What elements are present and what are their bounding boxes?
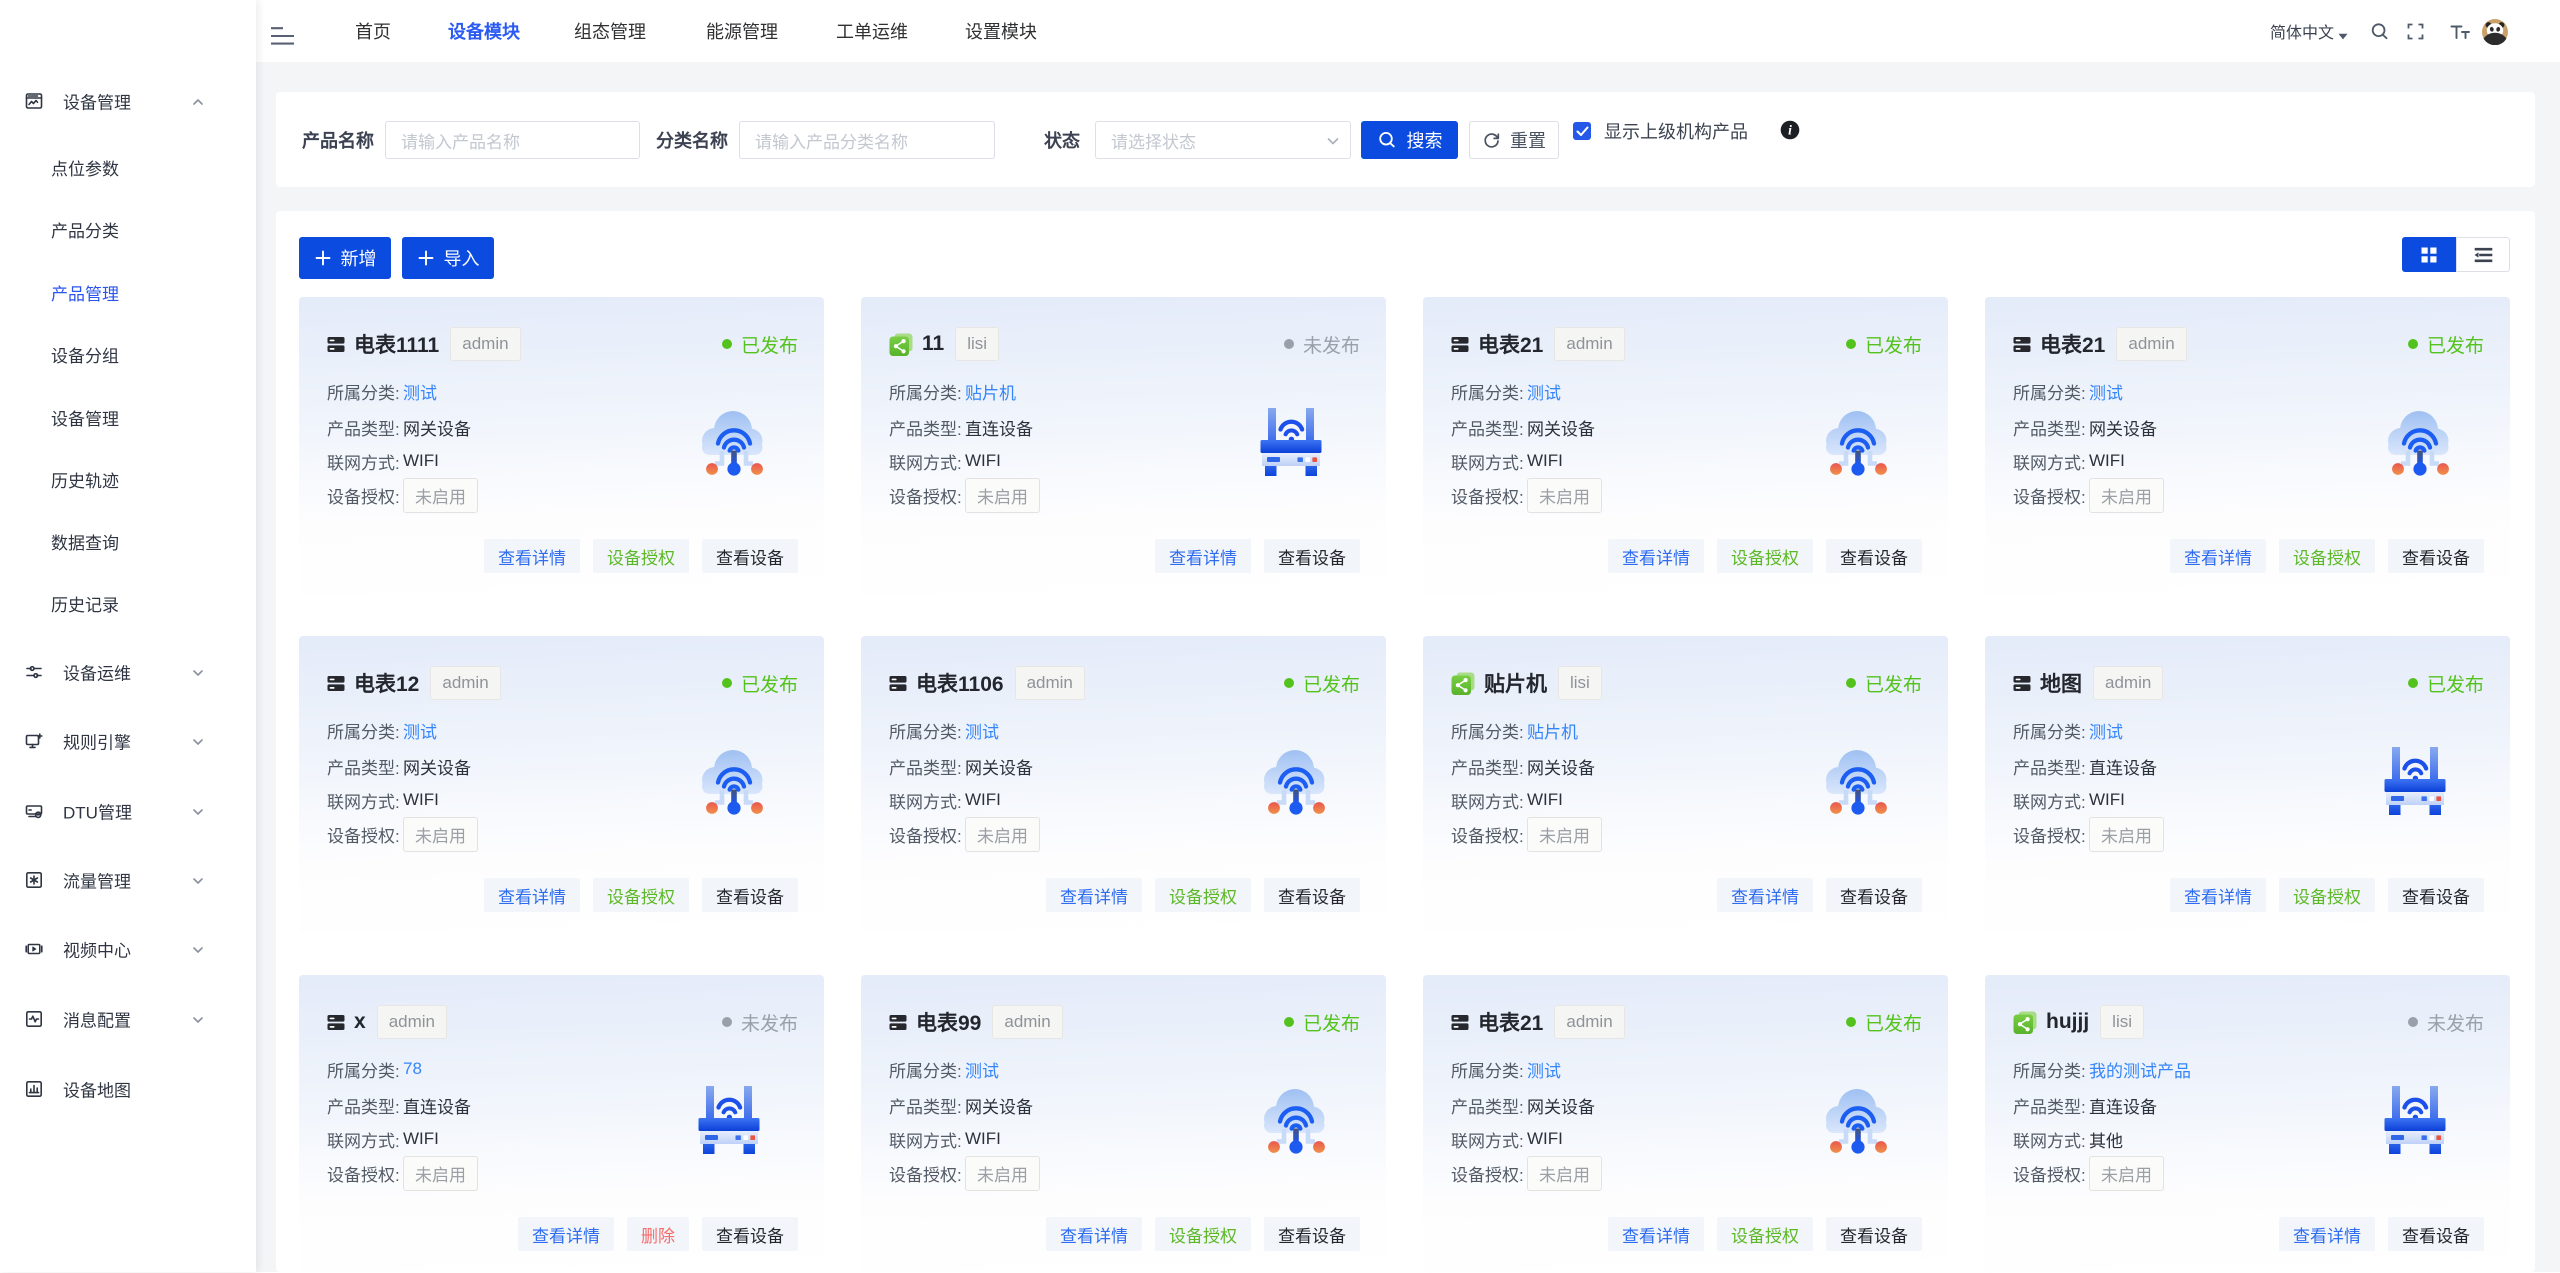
svg-text:i: i: [1788, 122, 1792, 137]
